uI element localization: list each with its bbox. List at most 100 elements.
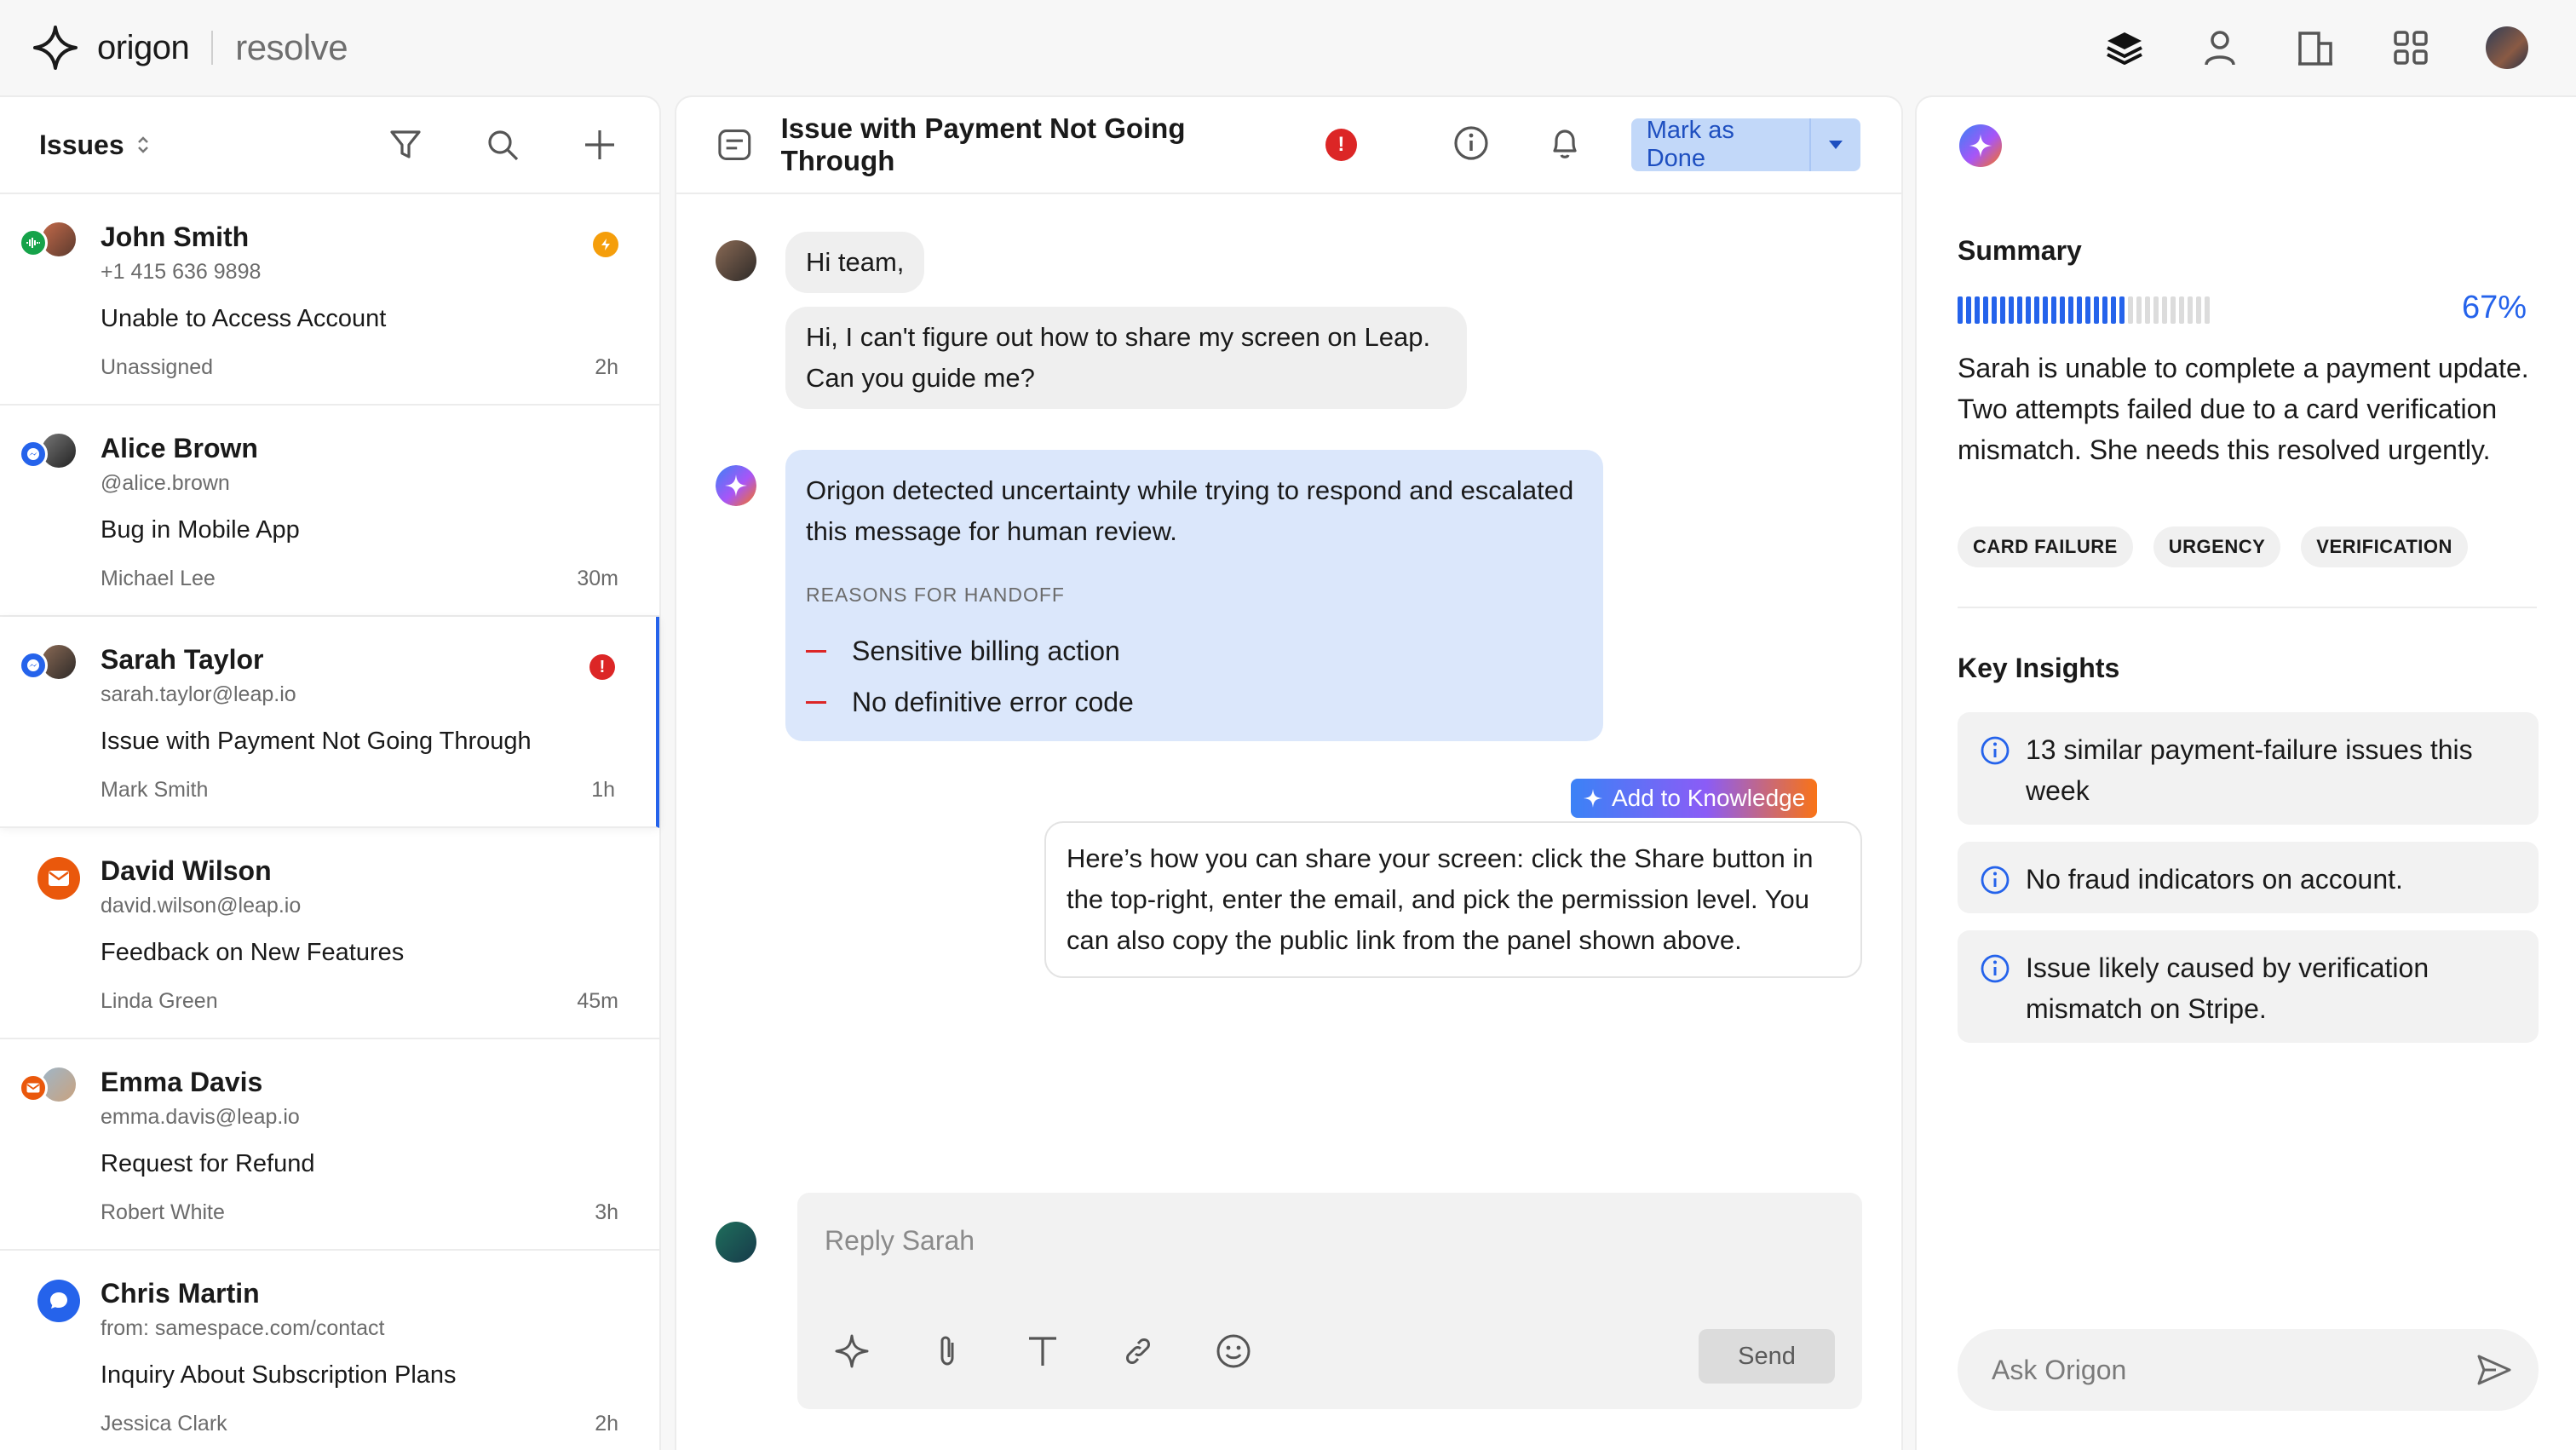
- progress-tick-empty: [2196, 296, 2201, 324]
- summary-progress-bar: [1958, 296, 2210, 324]
- issue-item-sarah-taylor[interactable]: ! Sarah Taylor sarah.taylor@leap.io Issu…: [0, 617, 659, 828]
- tag[interactable]: CARD FAILURE: [1958, 526, 2133, 567]
- messenger-channel-icon: [19, 651, 48, 680]
- progress-tick-filled: [2068, 296, 2073, 324]
- contact-handle: sarah.taylor@leap.io: [101, 682, 296, 706]
- sparkle-icon[interactable]: [831, 1331, 872, 1372]
- tag[interactable]: VERIFICATION: [2301, 526, 2468, 567]
- progress-tick-empty: [2162, 296, 2167, 324]
- progress-tick-empty: [2145, 296, 2150, 324]
- send-icon[interactable]: [2475, 1351, 2513, 1389]
- issue-age: 3h: [595, 1200, 618, 1224]
- conversation-title: Issue with Payment Not Going Through: [780, 112, 1186, 176]
- handoff-reason: No definitive error code: [806, 682, 1583, 722]
- assignee: Robert White: [101, 1200, 225, 1224]
- handoff-reason-text: No definitive error code: [852, 687, 1134, 717]
- apps-grid-icon[interactable]: [2390, 27, 2431, 68]
- search-icon[interactable]: [482, 124, 523, 165]
- issues-actions: [385, 124, 620, 165]
- reply-composer[interactable]: Reply Sarah Send: [797, 1193, 1862, 1409]
- issues-sort-dropdown[interactable]: Issues: [39, 129, 150, 161]
- handoff-message: Origon detected uncertainty while trying…: [806, 475, 1574, 546]
- chevron-down-icon[interactable]: [1809, 118, 1860, 171]
- insight-item: No fraud indicators on account.: [1958, 842, 2539, 913]
- progress-tick-filled: [1958, 296, 1963, 324]
- agent-reply-message: Here’s how you can share your screen: cl…: [1044, 821, 1862, 978]
- issue-footer: Mark Smith 1h: [101, 778, 615, 803]
- progress-tick-filled: [2051, 296, 2056, 324]
- attachment-icon[interactable]: [927, 1331, 968, 1372]
- issue-footer: Linda Green 45m: [101, 989, 618, 1014]
- brand[interactable]: origon resolve: [31, 23, 348, 72]
- info-icon[interactable]: [1452, 124, 1490, 166]
- send-button[interactable]: Send: [1699, 1329, 1835, 1384]
- ask-origon-input[interactable]: Ask Origon: [1958, 1329, 2539, 1411]
- conversation-icon: [718, 129, 751, 160]
- assignee: Michael Lee: [101, 567, 216, 590]
- product-name: resolve: [235, 27, 348, 67]
- progress-tick-filled: [2026, 296, 2031, 324]
- insight-text: Issue likely caused by verification mism…: [2026, 952, 2429, 1024]
- contact-handle: emma.davis@leap.io: [101, 1105, 300, 1129]
- composer-toolbar: [831, 1331, 1254, 1372]
- priority-warning-icon: [593, 232, 618, 257]
- handoff-reason-text: Sensitive billing action: [852, 636, 1120, 666]
- issue-footer: Michael Lee 30m: [101, 567, 618, 591]
- conversation-header: Issue with Payment Not Going Through ! M…: [676, 97, 1901, 194]
- avatar: [19, 642, 83, 687]
- avatar: [19, 854, 83, 900]
- top-bar: origon resolve: [0, 0, 2576, 95]
- customer-message: Hi, I can't figure out how to share my s…: [785, 307, 1467, 409]
- progress-tick-empty: [2179, 296, 2184, 324]
- text-format-icon[interactable]: [1022, 1331, 1063, 1372]
- summary-tags: CARD FAILURE URGENCY VERIFICATION: [1958, 526, 2468, 567]
- messenger-channel-icon: [19, 440, 48, 469]
- issue-item-alice-brown[interactable]: Alice Brown @alice.brown Bug in Mobile A…: [0, 406, 659, 617]
- insight-text: 13 similar payment-failure issues this w…: [2026, 734, 2473, 806]
- progress-tick-empty: [2153, 296, 2159, 324]
- progress-tick-empty: [2188, 296, 2193, 324]
- assignee: Jessica Clark: [101, 1412, 227, 1436]
- user-avatar[interactable]: [2486, 26, 2528, 69]
- issues-title: Issues: [39, 129, 124, 160]
- email-channel-icon: [19, 1073, 48, 1102]
- building-icon[interactable]: [2295, 27, 2336, 68]
- assistant-panel: Summary 67% Sarah is unable to complete …: [1915, 95, 2576, 1450]
- progress-tick-filled: [1983, 296, 1988, 324]
- assignee: Mark Smith: [101, 778, 209, 802]
- issue-age: 30m: [577, 567, 618, 590]
- insight-text: No fraud indicators on account.: [2026, 864, 2403, 895]
- issue-subject: Bug in Mobile App: [101, 516, 300, 544]
- mark-as-done-button[interactable]: Mark as Done: [1630, 118, 1860, 171]
- origon-logo-icon: [33, 26, 78, 70]
- progress-tick-filled: [2077, 296, 2082, 324]
- conversation-actions: [1452, 124, 1584, 166]
- issue-item-john-smith[interactable]: John Smith +1 415 636 9898 Unable to Acc…: [0, 194, 659, 406]
- handoff-card: Origon detected uncertainty while trying…: [785, 450, 1603, 741]
- bell-icon[interactable]: [1546, 124, 1584, 166]
- progress-tick-filled: [2017, 296, 2022, 324]
- issue-subject: Feedback on New Features: [101, 939, 405, 966]
- assistant-header: [1917, 97, 2576, 194]
- ask-origon-placeholder: Ask Origon: [1992, 1355, 2127, 1385]
- layers-icon[interactable]: [2104, 27, 2145, 68]
- progress-tick-filled: [2060, 296, 2065, 324]
- user-icon[interactable]: [2199, 27, 2240, 68]
- progress-tick-filled: [1992, 296, 1997, 324]
- emoji-icon[interactable]: [1213, 1331, 1254, 1372]
- filter-icon[interactable]: [385, 124, 426, 165]
- progress-tick-empty: [2128, 296, 2133, 324]
- add-to-knowledge-button[interactable]: Add to Knowledge: [1571, 779, 1818, 818]
- agent-avatar: [716, 1222, 756, 1263]
- issue-item-emma-davis[interactable]: Emma Davis emma.davis@leap.io Request fo…: [0, 1039, 659, 1251]
- add-icon[interactable]: [579, 124, 620, 165]
- issue-item-chris-martin[interactable]: Chris Martin from: samespace.com/contact…: [0, 1251, 659, 1450]
- reply-input[interactable]: Reply Sarah: [825, 1225, 975, 1257]
- add-to-knowledge-label: Add to Knowledge: [1612, 785, 1806, 811]
- conversation-panel: Issue with Payment Not Going Through ! M…: [675, 95, 1903, 1450]
- progress-tick-empty: [2136, 296, 2142, 324]
- info-icon: [1981, 954, 2010, 983]
- tag[interactable]: URGENCY: [2153, 526, 2281, 567]
- issue-item-david-wilson[interactable]: David Wilson david.wilson@leap.io Feedba…: [0, 828, 659, 1039]
- link-icon[interactable]: [1118, 1331, 1159, 1372]
